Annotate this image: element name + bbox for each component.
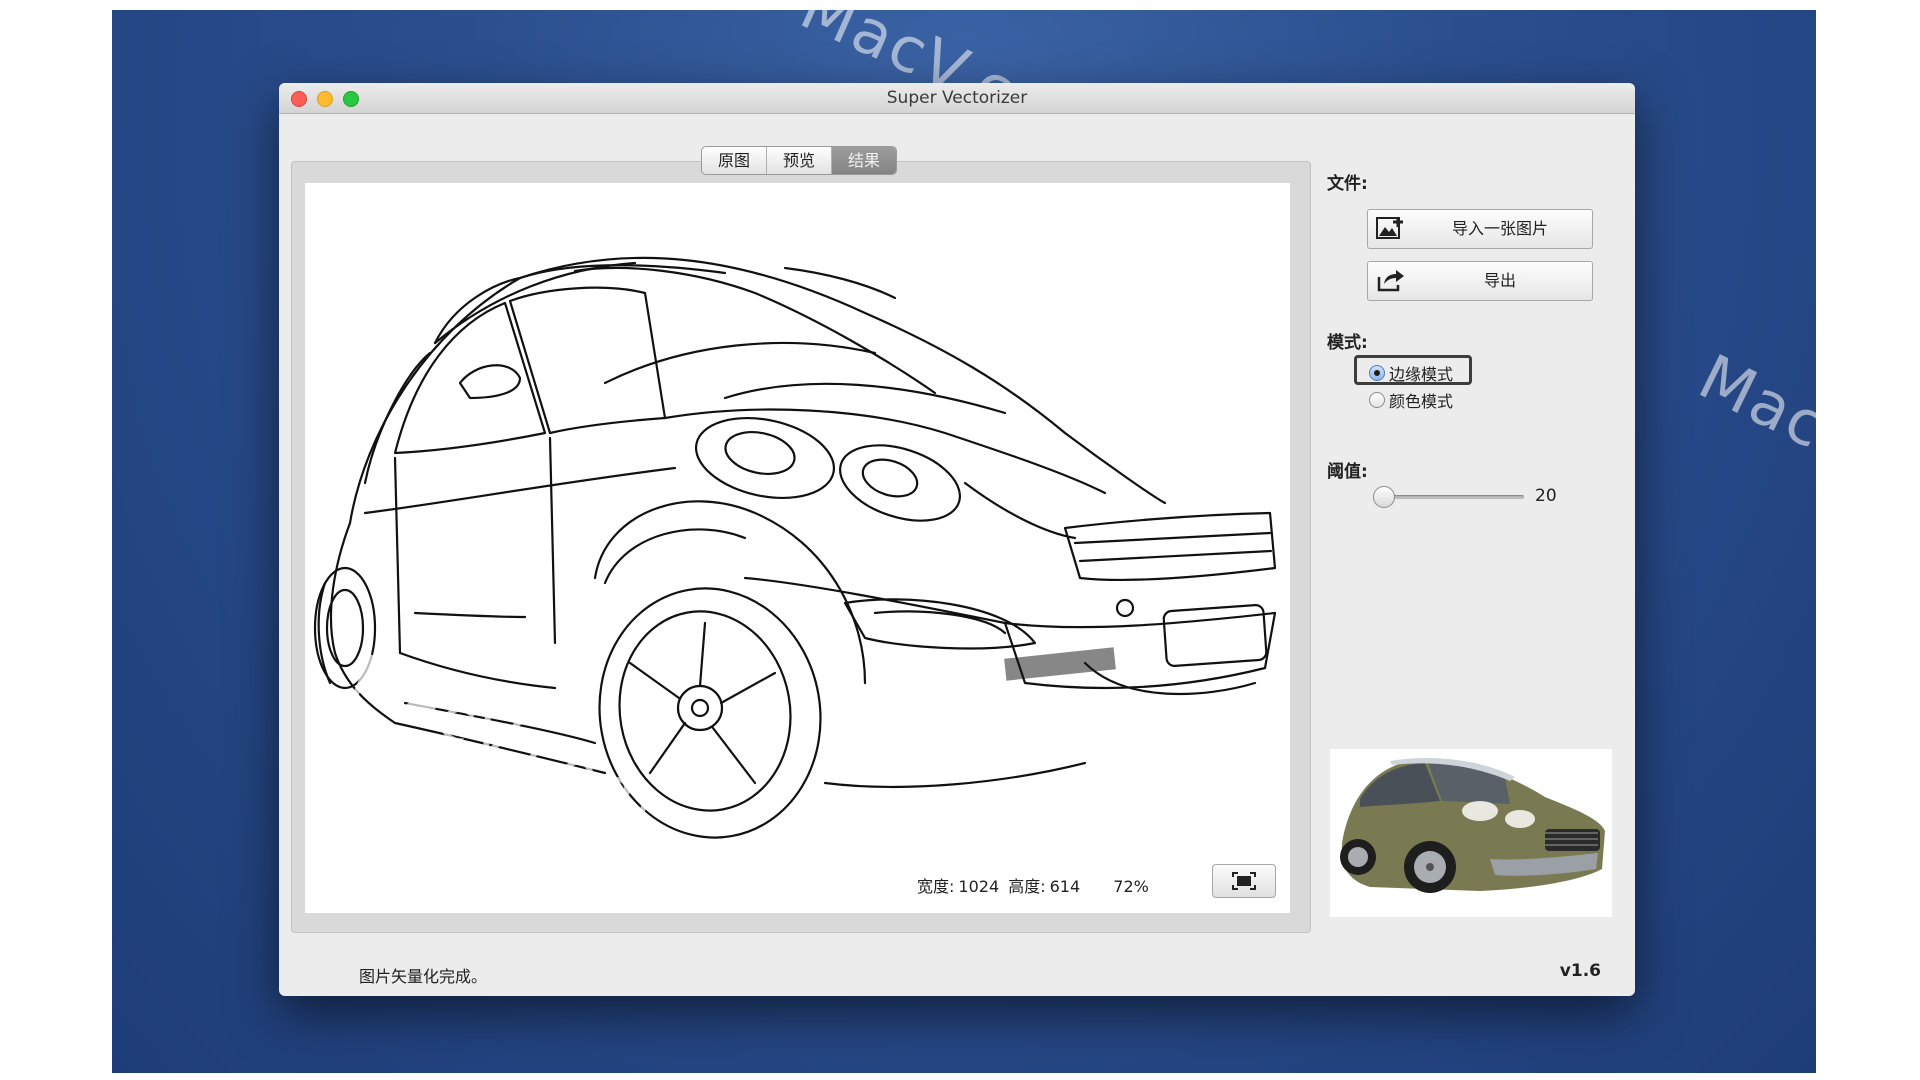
version-label: v1.6 — [1559, 961, 1601, 981]
export-button[interactable]: 导出 — [1367, 261, 1593, 301]
file-section-label: 文件: — [1327, 174, 1368, 194]
car-photo-thumbnail — [1340, 757, 1605, 893]
result-canvas[interactable]: 宽度: 1024 高度: 614 72% — [305, 183, 1290, 913]
import-image-icon — [1376, 217, 1403, 239]
export-share-icon — [1377, 270, 1404, 292]
width-value: 1024 — [958, 877, 1000, 896]
status-message: 图片矢量化完成。 — [359, 967, 488, 986]
window-title: Super Vectorizer — [886, 88, 1028, 108]
width-label: 宽度: — [917, 877, 955, 896]
radio-button-selected[interactable] — [1369, 365, 1385, 381]
fit-to-window-icon — [1232, 872, 1256, 890]
height-value: 614 — [1049, 877, 1081, 896]
mode-section-label: 模式: — [1327, 333, 1368, 353]
image-dimensions: 宽度: 1024 高度: 614 72% — [917, 873, 1153, 897]
threshold-value: 20 — [1535, 486, 1557, 506]
zoom-level: 72% — [1113, 877, 1149, 896]
tab-result[interactable]: 结果 — [832, 147, 896, 174]
import-button-label: 导入一张图片 — [1451, 219, 1548, 238]
fit-to-window-button[interactable] — [1212, 864, 1276, 898]
import-image-button[interactable]: 导入一张图片 — [1367, 209, 1593, 249]
original-thumbnail[interactable] — [1330, 749, 1612, 917]
threshold-slider-knob[interactable] — [1373, 486, 1395, 508]
color-mode-label: 颜色模式 — [1389, 392, 1454, 411]
app-window: Super Vectorizer 原图 预览 结果 宽度: 1024 高度: 6… — [279, 83, 1635, 996]
car-line-drawing — [313, 256, 1277, 839]
radio-edge-mode[interactable]: 边缘模式 — [1369, 361, 1453, 385]
tab-preview[interactable]: 预览 — [767, 147, 832, 174]
edge-mode-label: 边缘模式 — [1389, 365, 1454, 384]
tab-original[interactable]: 原图 — [702, 147, 767, 174]
height-label: 高度: — [1008, 877, 1046, 896]
export-button-label: 导出 — [1483, 271, 1516, 290]
threshold-slider-track[interactable] — [1379, 495, 1524, 499]
radio-button[interactable] — [1369, 392, 1385, 408]
threshold-section-label: 阈值: — [1327, 462, 1368, 482]
title-bar[interactable]: Super Vectorizer — [279, 83, 1635, 114]
view-tabs: 原图 预览 结果 — [701, 146, 897, 175]
radio-color-mode[interactable]: 颜色模式 — [1369, 388, 1453, 412]
